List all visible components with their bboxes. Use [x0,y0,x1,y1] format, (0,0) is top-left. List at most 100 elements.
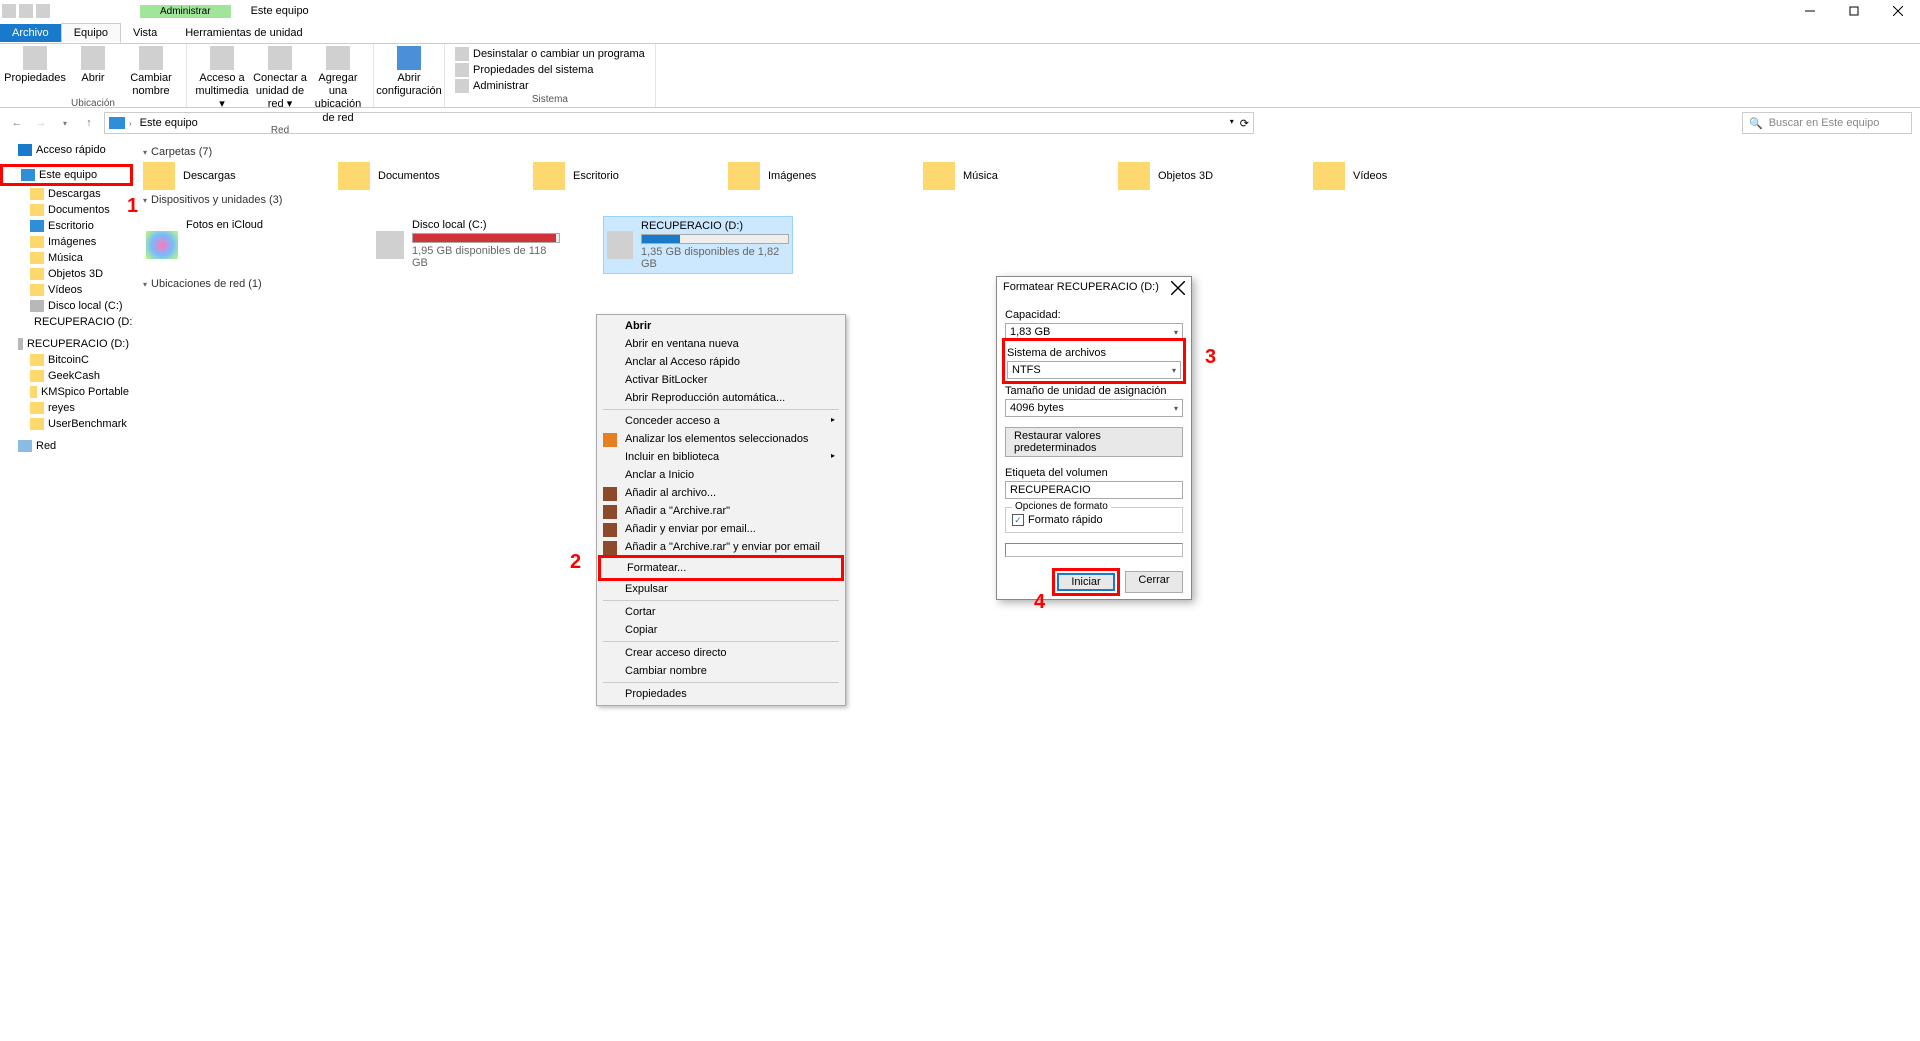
allocation-select[interactable]: 4096 bytes [1005,399,1183,417]
context-menu-item[interactable]: Anclar al Acceso rápido [599,353,843,371]
context-menu-item[interactable]: Cambiar nombre [599,662,843,680]
format-options-group: Opciones de formato ✓Formato rápido [1005,507,1183,533]
quick-format-checkbox[interactable]: ✓Formato rápido [1012,514,1176,526]
close-button[interactable]: Cerrar [1125,571,1183,593]
context-menu-item[interactable]: Cortar [599,603,843,621]
start-button[interactable]: Iniciar [1057,573,1115,591]
sidebar-item[interactable]: Música [0,250,133,266]
quick-access-toolbar [0,4,50,18]
folder-item[interactable]: Vídeos [1313,162,1468,190]
context-menu-item[interactable]: Activar BitLocker [599,371,843,389]
context-menu-item[interactable]: Conceder acceso a [599,412,843,430]
drives-row: Fotos en iCloud Disco local (C:) 1,95 GB… [143,216,1910,274]
up-button[interactable]: ↑ [80,114,98,132]
navigation-bar: ← → ▾ ↑ › Este equipo ▾ ⟳ 🔍 Buscar en Es… [0,108,1920,138]
ribbon-abrir[interactable]: Abrir [66,46,120,85]
tab-vista[interactable]: Vista [121,24,169,42]
ribbon-acceso-multimedia[interactable]: Acceso a multimedia ▾ [195,46,249,112]
ribbon-cambiar-nombre[interactable]: Cambiar nombre [124,46,178,98]
context-menu-item[interactable]: Añadir al archivo... [599,484,843,502]
restore-defaults-button[interactable]: Restaurar valores predeterminados [1005,427,1183,457]
minimize-button[interactable] [1788,0,1832,22]
section-devices[interactable]: Dispositivos y unidades (3) [143,190,1910,210]
recent-dropdown[interactable]: ▾ [56,114,74,132]
context-menu-item[interactable]: Propiedades [599,685,843,703]
folder-item[interactable]: Escritorio [533,162,688,190]
qat-icon[interactable] [19,4,33,18]
sidebar-item[interactable]: RECUPERACIO (D:) [0,314,133,330]
refresh-icon[interactable]: ⟳ [1240,117,1249,130]
manage-contextual-tab[interactable]: Administrar [140,5,231,18]
sidebar-item[interactable]: Escritorio [0,218,133,234]
context-menu-item[interactable]: Analizar los elementos seleccionados [599,430,843,448]
sidebar-item[interactable]: GeekCash [0,368,133,384]
context-menu-item[interactable]: Añadir a "Archive.rar" [599,502,843,520]
tab-equipo[interactable]: Equipo [61,23,121,43]
navigation-pane[interactable]: Acceso rápido Este equipo Descargas Docu… [0,138,133,1041]
qat-icon[interactable] [36,4,50,18]
folder-item[interactable]: Música [923,162,1078,190]
drive-c[interactable]: Disco local (C:) 1,95 GB disponibles de … [373,216,563,274]
context-menu-item[interactable]: Abrir [599,317,843,335]
section-folders[interactable]: Carpetas (7) [143,142,1910,162]
context-menu-item[interactable]: Abrir Reproducción automática... [599,389,843,407]
ribbon-desinstalar[interactable]: Desinstalar o cambiar un programa [453,46,647,62]
format-dialog: Formatear RECUPERACIO (D:) Capacidad: 1,… [996,276,1192,600]
ribbon-group-sistema: Desinstalar o cambiar un programa Propie… [445,44,656,107]
folder-item[interactable]: Descargas [143,162,298,190]
ribbon-conectar-unidad-red[interactable]: Conectar a unidad de red ▾ [253,46,307,112]
ribbon-propiedades-sistema[interactable]: Propiedades del sistema [453,62,595,78]
sidebar-item[interactable]: UserBenchmark [0,416,133,432]
context-menu-item[interactable]: Formatear... [598,555,844,581]
ribbon-propiedades[interactable]: Propiedades [8,46,62,85]
dialog-close-button[interactable] [1171,281,1185,295]
sidebar-network[interactable]: Red [0,438,133,454]
sidebar-item[interactable]: Descargas [0,186,133,202]
volume-label-label: Etiqueta del volumen [1005,467,1183,479]
sidebar-item[interactable]: Vídeos [0,282,133,298]
close-button[interactable] [1876,0,1920,22]
maximize-button[interactable] [1832,0,1876,22]
sidebar-item[interactable]: Imágenes [0,234,133,250]
context-menu-item[interactable]: Incluir en biblioteca [599,448,843,466]
drive-d-recuperacio[interactable]: RECUPERACIO (D:) 1,35 GB disponibles de … [603,216,793,274]
back-button[interactable]: ← [8,114,26,132]
qat-icon[interactable] [2,4,16,18]
forward-button[interactable]: → [32,114,50,132]
ribbon-abrir-configuracion[interactable]: Abrir configuración [382,46,436,98]
dropdown-icon[interactable]: ▾ [1224,117,1240,130]
volume-label-input[interactable] [1005,481,1183,499]
context-menu: AbrirAbrir en ventana nuevaAnclar al Acc… [596,314,846,706]
address-bar[interactable]: › Este equipo ▾ ⟳ [104,112,1254,134]
context-menu-item[interactable]: Añadir a "Archive.rar" y enviar por emai… [599,538,843,556]
sidebar-item[interactable]: Disco local (C:) [0,298,133,314]
folder-item[interactable]: Imágenes [728,162,883,190]
tab-herramientas-unidad[interactable]: Herramientas de unidad [173,24,314,42]
context-menu-item[interactable]: Expulsar [599,580,843,598]
sidebar-quick-access[interactable]: Acceso rápido [0,142,133,158]
ribbon: Propiedades Abrir Cambiar nombre Ubicaci… [0,44,1920,108]
filesystem-label: Sistema de archivos [1007,347,1181,359]
sidebar-item[interactable]: Documentos [0,202,133,218]
folder-item[interactable]: Documentos [338,162,493,190]
context-menu-item[interactable]: Añadir y enviar por email... [599,520,843,538]
ribbon-administrar[interactable]: Administrar [453,78,531,94]
sidebar-item[interactable]: KMSpico Portable [0,384,133,400]
breadcrumb[interactable]: Este equipo [136,115,202,131]
context-menu-item[interactable]: Anclar a Inicio [599,466,843,484]
sidebar-item[interactable]: Objetos 3D [0,266,133,282]
drive-fotos-icloud[interactable]: Fotos en iCloud [143,216,333,274]
context-menu-item[interactable]: Crear acceso directo [599,644,843,662]
sidebar-recup[interactable]: RECUPERACIO (D:) [0,336,133,352]
folder-item[interactable]: Objetos 3D [1118,162,1273,190]
sidebar-item[interactable]: reyes [0,400,133,416]
sidebar-item[interactable]: BitcoinC [0,352,133,368]
tab-archivo[interactable]: Archivo [0,24,61,42]
filesystem-select[interactable]: NTFS [1007,361,1181,379]
sidebar-this-pc[interactable]: Este equipo [0,164,133,186]
search-input[interactable]: 🔍 Buscar en Este equipo [1742,112,1912,134]
context-menu-item[interactable]: Copiar [599,621,843,639]
context-menu-item[interactable]: Abrir en ventana nueva [599,335,843,353]
dialog-title: Formatear RECUPERACIO (D:) [1003,281,1159,295]
ribbon-group-red: Acceso a multimedia ▾ Conectar a unidad … [187,44,374,107]
